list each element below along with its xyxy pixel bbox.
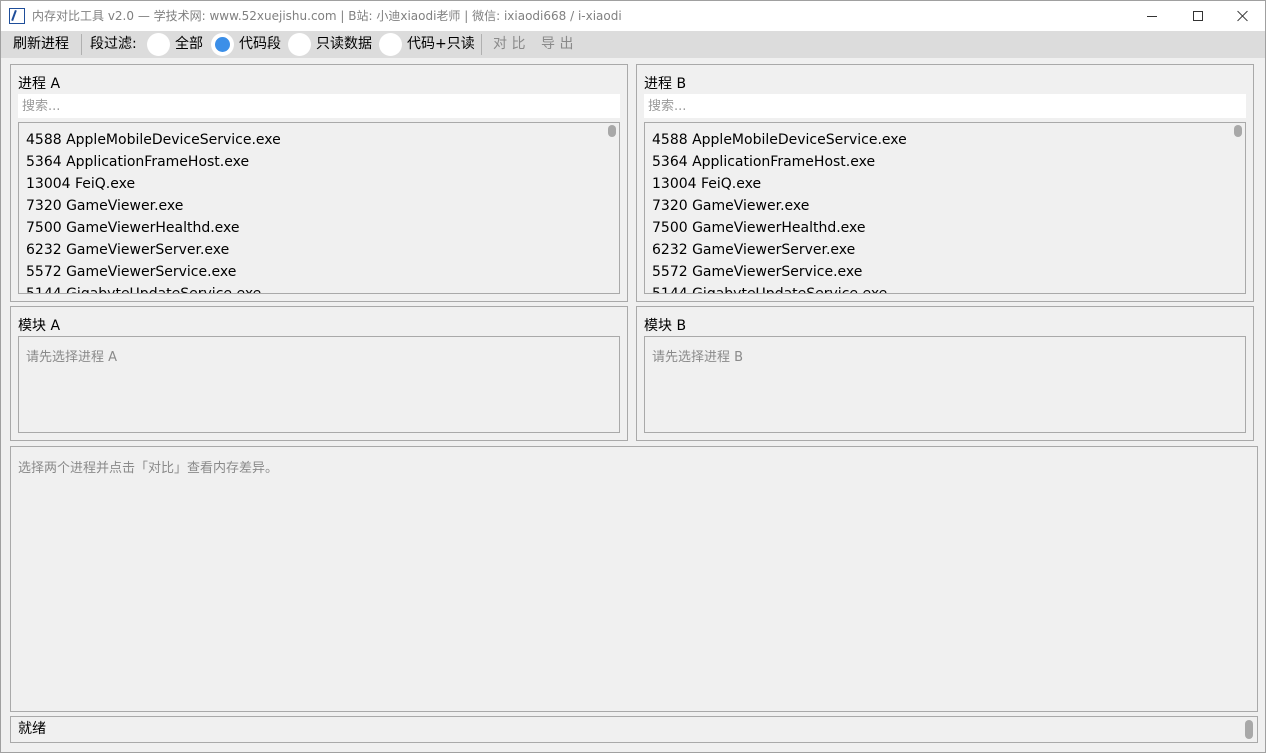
list-item[interactable]: 7500 GameViewerHealthd.exe [645,217,1245,239]
status-scrollbar[interactable] [1245,720,1253,739]
title-bar[interactable]: 内存对比工具 v2.0 — 学技术网: www.52xuejishu.com |… [1,1,1265,31]
export-button[interactable]: 导 出 [541,31,573,58]
app-icon [9,8,25,24]
filter-readonly-radio[interactable] [288,33,311,56]
minimize-button[interactable] [1129,1,1175,31]
toolbar-divider [481,34,482,55]
status-bar: 就绪 [10,716,1258,743]
process-a-scrollbar[interactable] [605,123,619,293]
scrollbar-thumb[interactable] [1234,125,1242,137]
close-icon [1237,10,1249,22]
process-b-title: 进程 B [644,76,687,92]
module-b-placeholder: 请先选择进程 B [652,350,744,365]
module-a-list[interactable]: 请先选择进程 A [18,336,620,433]
module-a-title: 模块 A [18,318,61,334]
filter-all-radio[interactable] [147,33,170,56]
list-item[interactable]: 13004 FeiQ.exe [19,173,619,195]
list-item[interactable]: 4588 AppleMobileDeviceService.exe [645,129,1245,151]
list-item[interactable]: 5572 GameViewerService.exe [645,261,1245,283]
list-item[interactable]: 7500 GameViewerHealthd.exe [19,217,619,239]
list-item[interactable]: 7320 GameViewer.exe [645,195,1245,217]
list-item[interactable]: 7320 GameViewer.exe [19,195,619,217]
process-a-title: 进程 A [18,76,61,92]
filter-code-readonly-radio[interactable] [379,33,402,56]
minimize-icon [1147,15,1157,17]
list-item[interactable]: 4588 AppleMobileDeviceService.exe [19,129,619,151]
process-a-panel: 进程 A 4588 AppleMobileDeviceService.exe 5… [10,64,628,302]
filter-code-readonly-label[interactable]: 代码+只读 [407,31,475,58]
process-a-list[interactable]: 4588 AppleMobileDeviceService.exe 5364 A… [18,122,620,294]
toolbar: 刷新进程 段过滤: 全部 代码段 只读数据 代码+只读 对 比 导 出 [1,31,1265,58]
module-a-placeholder: 请先选择进程 A [26,350,118,365]
module-a-panel: 模块 A 请先选择进程 A [10,306,628,441]
process-a-search-input[interactable] [18,94,620,118]
segment-filter-label: 段过滤: [90,36,137,52]
list-item[interactable]: 5364 ApplicationFrameHost.exe [19,151,619,173]
toolbar-divider [81,34,82,55]
module-b-panel: 模块 B 请先选择进程 B [636,306,1254,441]
status-text: 就绪 [18,721,46,737]
module-b-title: 模块 B [644,318,687,334]
filter-code-radio[interactable] [211,33,234,56]
list-item[interactable]: 5364 ApplicationFrameHost.exe [645,151,1245,173]
compare-button[interactable]: 对 比 [493,31,525,58]
list-item[interactable]: 6232 GameViewerServer.exe [19,239,619,261]
result-hint: 选择两个进程并点击「对比」查看内存差异。 [18,461,279,476]
process-b-scrollbar[interactable] [1231,123,1245,293]
module-b-list[interactable]: 请先选择进程 B [644,336,1246,433]
list-item[interactable]: 5144 GigabyteUpdateService.exe [645,283,1245,293]
window-title: 内存对比工具 v2.0 — 学技术网: www.52xuejishu.com |… [32,9,622,23]
list-item[interactable]: 6232 GameViewerServer.exe [645,239,1245,261]
maximize-icon [1193,11,1203,21]
process-b-list[interactable]: 4588 AppleMobileDeviceService.exe 5364 A… [644,122,1246,294]
process-b-search-input[interactable] [644,94,1246,118]
result-area[interactable]: 选择两个进程并点击「对比」查看内存差异。 [10,446,1258,712]
filter-code-label[interactable]: 代码段 [239,31,281,58]
maximize-button[interactable] [1175,1,1221,31]
list-item[interactable]: 13004 FeiQ.exe [645,173,1245,195]
filter-all-label[interactable]: 全部 [175,31,203,58]
refresh-processes-button[interactable]: 刷新进程 [13,31,69,58]
list-item[interactable]: 5144 GigabyteUpdateService.exe [19,283,619,293]
close-button[interactable] [1220,1,1266,31]
filter-readonly-label[interactable]: 只读数据 [316,31,372,58]
scrollbar-thumb[interactable] [608,125,616,137]
list-item[interactable]: 5572 GameViewerService.exe [19,261,619,283]
app-window: 内存对比工具 v2.0 — 学技术网: www.52xuejishu.com |… [0,0,1266,753]
process-b-panel: 进程 B 4588 AppleMobileDeviceService.exe 5… [636,64,1254,302]
